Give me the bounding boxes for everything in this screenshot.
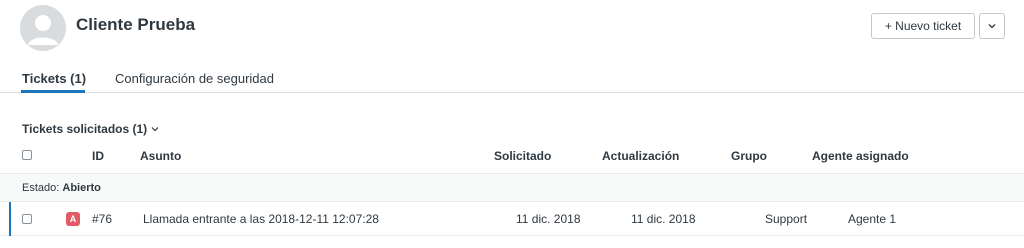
- group-header-row: Estado: Abierto: [0, 173, 1024, 202]
- more-actions-dropdown-button[interactable]: [979, 13, 1005, 39]
- chevron-down-icon: [988, 24, 996, 29]
- column-header-requested[interactable]: Solicitado: [494, 149, 551, 163]
- group-label: Estado: Abierto: [22, 182, 101, 194]
- ticket-subject[interactable]: Llamada entrante a las 2018-12-11 12:07:…: [143, 212, 379, 226]
- group-label-value: Abierto: [62, 182, 101, 194]
- section-title: Tickets solicitados (1): [22, 122, 148, 136]
- ticket-requested-date: 11 dic. 2018: [516, 212, 581, 226]
- group-label-text: Estado:: [22, 182, 60, 194]
- column-header-id[interactable]: ID: [92, 149, 104, 163]
- column-header-assignee[interactable]: Agente asignado: [812, 149, 909, 163]
- user-silhouette-icon: [28, 15, 58, 45]
- ticket-id[interactable]: #76: [92, 212, 112, 226]
- column-header-updated[interactable]: Actualización: [602, 149, 679, 163]
- column-header-subject[interactable]: Asunto: [140, 149, 181, 163]
- customer-name: Cliente Prueba: [76, 15, 196, 34]
- ticket-select-checkbox[interactable]: [22, 214, 32, 224]
- status-badge: A: [66, 212, 80, 226]
- tab-bar: Tickets (1) Configuración de seguridad: [0, 62, 1024, 93]
- requested-tickets-toggle[interactable]: Tickets solicitados (1): [22, 122, 159, 136]
- ticket-assignee: Agente 1: [848, 212, 897, 226]
- chevron-down-icon: [151, 127, 159, 132]
- new-ticket-button[interactable]: + Nuevo ticket: [871, 13, 975, 39]
- column-header-group[interactable]: Grupo: [731, 149, 767, 163]
- active-tab-indicator: [21, 90, 85, 93]
- select-all-checkbox[interactable]: [22, 150, 32, 160]
- row-highlight-bar: [9, 202, 11, 236]
- tab-tickets[interactable]: Tickets (1): [22, 71, 86, 86]
- ticket-group: Support: [765, 212, 808, 226]
- ticket-row[interactable]: #76 Llamada entrante a las 2018-12-11 12…: [0, 202, 1024, 236]
- tab-security-settings[interactable]: Configuración de seguridad: [115, 71, 274, 86]
- ticket-updated-date: 11 dic. 2018: [631, 212, 696, 226]
- customer-avatar: [20, 5, 66, 51]
